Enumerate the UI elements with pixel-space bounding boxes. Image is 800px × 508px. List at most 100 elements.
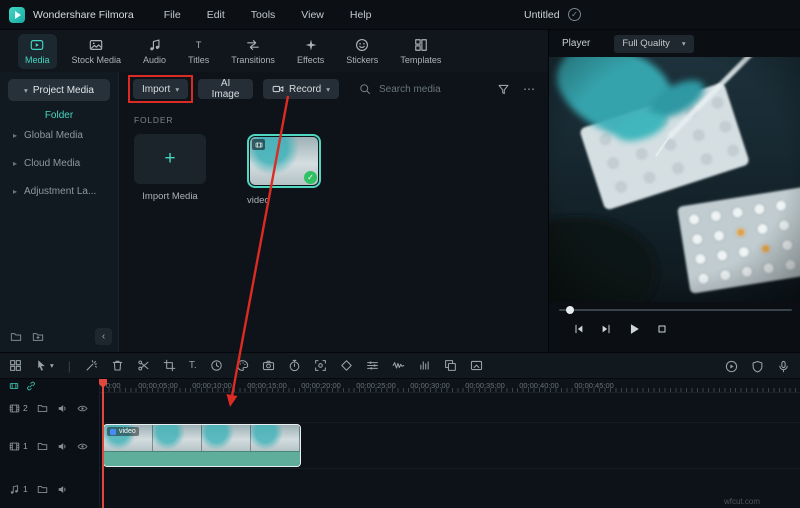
tab-templates[interactable]: Templates <box>393 34 448 69</box>
playback-controls <box>573 322 668 336</box>
tab-media[interactable]: Media <box>18 33 57 69</box>
folder-icon[interactable] <box>37 441 48 452</box>
new-folder-icon[interactable] <box>32 331 44 343</box>
more-options-icon[interactable]: ⋯ <box>523 83 536 95</box>
film-strip-icon[interactable] <box>9 381 19 391</box>
track-headers: 2 1 1 <box>0 379 100 508</box>
ai-image-button[interactable]: AI Image <box>198 78 253 100</box>
speaker-icon[interactable] <box>57 484 68 495</box>
sidebar-item-global-media[interactable]: ▸ Global Media <box>0 121 118 149</box>
import-media-tile[interactable]: + <box>134 134 206 184</box>
in-timeline-check-icon: ✓ <box>304 171 317 184</box>
adjustment-button[interactable] <box>366 359 379 372</box>
sidebar-item-adjustment-layer[interactable]: ▸ Adjustment La... <box>0 177 118 205</box>
menu-view[interactable]: View <box>301 9 324 21</box>
keyframe-button[interactable] <box>340 359 353 372</box>
tab-titles[interactable]: T Titles <box>181 34 216 69</box>
quality-dropdown[interactable]: Full Quality ▾ <box>614 34 694 53</box>
snapshot-button[interactable] <box>262 359 275 372</box>
titles-icon: T <box>195 39 202 50</box>
video-clip[interactable]: video <box>103 424 301 467</box>
video-track-1-header: 1 <box>0 423 99 469</box>
tab-audio[interactable]: Audio <box>136 34 173 69</box>
menu-help[interactable]: Help <box>350 9 372 21</box>
video-track-1[interactable]: video <box>100 423 800 469</box>
color-button[interactable] <box>236 359 249 372</box>
folder-icon[interactable] <box>10 331 22 343</box>
media-type-icon <box>252 139 265 150</box>
menu-tools[interactable]: Tools <box>251 9 276 21</box>
text-tool-button[interactable]: T. <box>189 359 197 372</box>
mic-icon <box>777 360 790 373</box>
speaker-icon[interactable] <box>57 441 68 452</box>
stop-button[interactable] <box>656 323 668 335</box>
audio-track-1[interactable] <box>100 469 800 508</box>
eye-icon[interactable] <box>77 441 88 452</box>
next-frame-button[interactable] <box>600 323 612 335</box>
eye-icon[interactable] <box>77 403 88 414</box>
record-button[interactable]: Record ▾ <box>262 79 339 99</box>
link-icon[interactable] <box>26 381 36 391</box>
folder-icon[interactable] <box>37 403 48 414</box>
scrubber-handle[interactable] <box>566 306 574 314</box>
timeline-toolbar-right <box>725 353 790 379</box>
crop-button[interactable] <box>163 359 176 372</box>
collapse-sidebar-button[interactable]: ‹ <box>95 328 112 345</box>
menu-file[interactable]: File <box>164 9 181 21</box>
render-preview-button[interactable] <box>725 360 738 373</box>
playhead[interactable] <box>99 379 107 508</box>
magic-tools-button[interactable] <box>85 359 98 372</box>
voiceover-button[interactable] <box>777 360 790 373</box>
audio-icon <box>148 38 162 52</box>
play-circle-icon <box>725 360 738 373</box>
clip-frame <box>153 425 202 451</box>
auto-reframe-button[interactable] <box>314 359 327 372</box>
media-view-toggle-button[interactable] <box>9 359 22 372</box>
timeline-ruler[interactable]: 0:00 00:00:05:00 00:00:10:00 00:00:15:00… <box>100 379 800 393</box>
copy-button[interactable] <box>444 359 457 372</box>
plus-icon: + <box>164 148 176 169</box>
search-input[interactable] <box>377 82 487 96</box>
caret-down-icon: ▾ <box>326 84 330 94</box>
track-tools <box>0 379 99 393</box>
media-protect-button[interactable] <box>751 360 764 373</box>
select-tool-button[interactable]: ▾ <box>35 359 54 372</box>
project-media-button[interactable]: ▾ Project Media <box>8 79 110 101</box>
delete-button[interactable] <box>111 359 124 372</box>
eq-bars-icon <box>418 359 431 372</box>
audio-mixer-button[interactable] <box>418 359 431 372</box>
video-media-tile[interactable]: ✓ <box>247 134 321 188</box>
audio-denoise-button[interactable] <box>392 359 405 372</box>
pan-zoom-button[interactable] <box>470 359 483 372</box>
folder-section-label: FOLDER <box>134 115 174 125</box>
tab-transitions[interactable]: Transitions <box>224 34 282 69</box>
import-button-wrap: Import ▾ <box>128 75 194 103</box>
filter-icon[interactable] <box>497 83 510 96</box>
tab-stickers[interactable]: Stickers <box>339 34 385 69</box>
video-track-2[interactable] <box>100 393 800 423</box>
menu-edit[interactable]: Edit <box>207 9 225 21</box>
tab-effects[interactable]: Effects <box>290 34 331 69</box>
stock-media-icon <box>89 38 103 52</box>
play-button[interactable] <box>627 322 641 336</box>
clip-type-icon <box>110 428 116 435</box>
duration-button[interactable] <box>288 359 301 372</box>
speed-button[interactable] <box>210 359 223 372</box>
text-tool-icon: T. <box>188 360 197 371</box>
sidebar-item-folder[interactable]: Folder <box>0 110 118 121</box>
import-button[interactable]: Import ▾ <box>133 79 189 99</box>
watermark: wfcut.com <box>723 497 760 506</box>
folder-icon[interactable] <box>37 484 48 495</box>
media-library-panel: Import ▾ AI Image Record ▾ ⋯ <box>118 72 548 352</box>
prev-frame-button[interactable] <box>573 323 585 335</box>
effects-icon <box>304 38 318 52</box>
speaker-icon[interactable] <box>57 403 68 414</box>
preview-scrubber[interactable] <box>559 305 792 315</box>
keyframe-diamond-icon <box>340 359 353 372</box>
timer-icon <box>288 359 301 372</box>
search-media-box[interactable] <box>359 82 487 96</box>
sidebar-item-cloud-media[interactable]: ▸ Cloud Media <box>0 149 118 177</box>
split-button[interactable] <box>137 359 150 372</box>
tab-stock-media[interactable]: Stock Media <box>65 34 129 69</box>
ruler-label: 0:00 <box>106 381 121 390</box>
